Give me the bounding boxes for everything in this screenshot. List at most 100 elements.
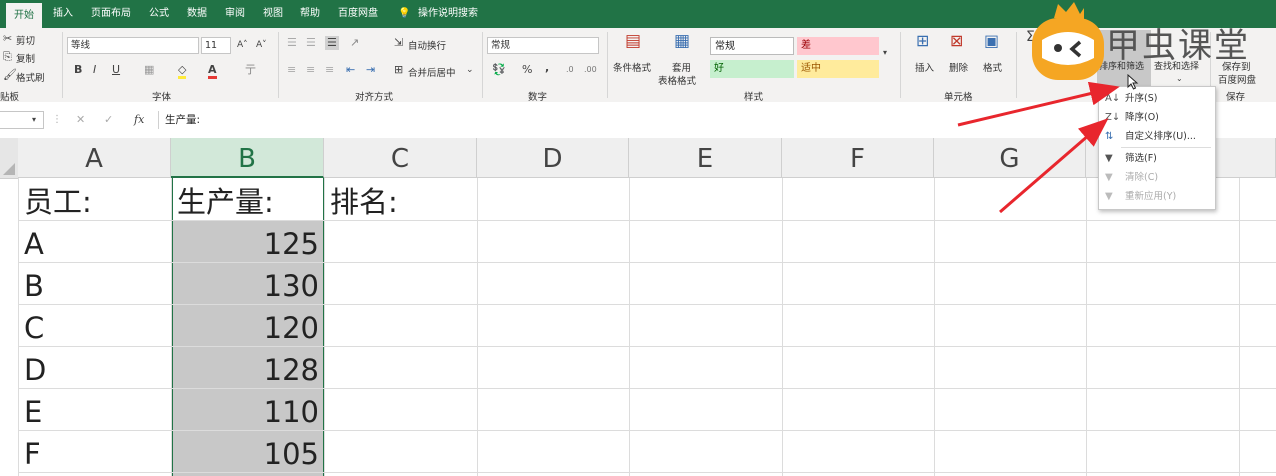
increase-decimal-icon[interactable]: .0	[566, 63, 574, 77]
styles-group-label: 样式	[744, 92, 764, 103]
tab-review[interactable]: 审阅	[225, 0, 245, 28]
style-normal[interactable]: 常规	[710, 37, 794, 55]
col-line	[1086, 178, 1087, 476]
save-to-netdisk-label-2[interactable]: 百度网盘	[1218, 72, 1256, 86]
font-name-box[interactable]: 等线	[67, 37, 199, 54]
cell-b6[interactable]: 110	[172, 392, 319, 432]
menu-item-custom-sort[interactable]: ⇅ 自定义排序(U)...	[1099, 127, 1213, 146]
menu-item-sort-ascending[interactable]: A↓ 升序(S)	[1099, 89, 1213, 108]
number-format-box[interactable]: 常规	[487, 37, 599, 54]
cell-a5[interactable]: D	[24, 350, 46, 390]
style-bad[interactable]: 差	[797, 37, 879, 55]
bold-button[interactable]: B	[74, 63, 82, 77]
cell-c1[interactable]: 排名:	[330, 182, 398, 222]
percent-button[interactable]: %	[522, 63, 532, 77]
cell-b4[interactable]: 120	[172, 308, 319, 348]
number-group-label: 数字	[528, 92, 548, 103]
column-header-e[interactable]: E	[629, 138, 782, 178]
align-top-icon[interactable]: ☰	[287, 36, 297, 50]
align-left-icon[interactable]: ≡	[287, 63, 296, 77]
underline-button[interactable]: U	[112, 63, 120, 77]
column-header-f[interactable]: F	[782, 138, 934, 178]
currency-icon[interactable]: 💱	[492, 63, 506, 77]
tab-insert[interactable]: 插入	[53, 0, 73, 28]
conditional-format-button[interactable]: 条件格式	[613, 60, 651, 74]
enter-icon[interactable]: ✓	[104, 113, 113, 127]
style-good[interactable]: 好	[710, 60, 794, 78]
font-group-label: 字体	[152, 92, 172, 103]
menu-divider	[1121, 147, 1211, 148]
formula-bar: ▾ ⋮ ✕ ✓ fx 生产量:	[0, 102, 1276, 139]
column-header-b[interactable]: B	[171, 138, 324, 178]
column-header-g[interactable]: G	[934, 138, 1086, 178]
decrease-decimal-icon[interactable]: .00	[584, 63, 597, 77]
font-size-box[interactable]: 11	[201, 37, 231, 54]
merge-center-button[interactable]: 合并后居中	[408, 65, 456, 79]
align-middle-icon[interactable]: ☰	[306, 36, 316, 50]
cell-a6[interactable]: E	[24, 392, 42, 432]
column-header-d[interactable]: D	[477, 138, 629, 178]
menu-item-filter[interactable]: ▼ 筛选(F)	[1099, 149, 1213, 168]
sort-filter-menu: A↓ 升序(S) Z↓ 降序(O) ⇅ 自定义排序(U)... ▼ 筛选(F) …	[1098, 86, 1216, 210]
increase-font-icon[interactable]: A˄	[237, 38, 248, 52]
copy-button[interactable]: 复制	[16, 51, 35, 65]
tab-formulas[interactable]: 公式	[149, 0, 169, 28]
increase-indent-icon[interactable]: ⇥	[366, 63, 375, 77]
cell-a7[interactable]: F	[24, 434, 41, 474]
style-neutral[interactable]: 适中	[797, 60, 879, 78]
name-box[interactable]	[0, 111, 44, 129]
tab-home[interactable]: 开始	[6, 3, 42, 28]
worksheet-grid[interactable]: A B C D E F G 员工: 生产量: 排名: A 125 B 130 C…	[0, 138, 1276, 476]
table-format-icon: ▦	[674, 31, 691, 51]
cut-button[interactable]: 剪切	[16, 33, 35, 47]
phonetic-icon[interactable]: 亍	[245, 63, 256, 77]
align-right-icon[interactable]: ≡	[325, 63, 334, 77]
font-color-icon[interactable]: A	[208, 63, 217, 79]
insert-cells-button[interactable]: 插入	[915, 60, 934, 74]
menu-item-sort-descending[interactable]: Z↓ 降序(O)	[1099, 108, 1213, 127]
watermark-text: 甲虫课堂	[1106, 26, 1250, 66]
italic-button[interactable]: I	[93, 63, 96, 77]
cell-b7[interactable]: 105	[172, 434, 319, 474]
column-header-a[interactable]: A	[18, 138, 171, 178]
align-bottom-icon[interactable]: ☰	[325, 36, 339, 50]
menu-item-clear[interactable]: ▼ 清除(C)	[1099, 168, 1213, 187]
decrease-font-icon[interactable]: A˅	[256, 38, 267, 52]
styles-scroll-icon[interactable]: ▾	[883, 46, 887, 60]
decrease-indent-icon[interactable]: ⇤	[346, 63, 355, 77]
cell-b2[interactable]: 125	[172, 224, 319, 264]
insert-cells-icon: ⊞	[916, 31, 930, 50]
cell-a2[interactable]: A	[24, 224, 44, 264]
orientation-icon[interactable]: ↗	[350, 36, 359, 50]
delete-cells-button[interactable]: 删除	[949, 60, 968, 74]
format-as-table-label-1[interactable]: 套用	[672, 60, 691, 74]
cell-b3[interactable]: 130	[172, 266, 319, 306]
format-cells-button[interactable]: 格式	[983, 60, 1002, 74]
column-header-c[interactable]: C	[324, 138, 477, 178]
cell-a3[interactable]: B	[24, 266, 44, 306]
menu-item-reapply[interactable]: ▼ 重新应用(Y)	[1099, 187, 1213, 206]
tell-me-search[interactable]: 操作说明搜索	[418, 0, 478, 28]
insert-function-button[interactable]: fx	[134, 113, 144, 127]
wrap-text-button[interactable]: 自动换行	[408, 38, 446, 52]
fill-color-icon[interactable]: ◇	[178, 63, 187, 79]
chevron-down-icon[interactable]: ▾	[32, 113, 36, 127]
cell-a1[interactable]: 员工:	[24, 182, 92, 222]
tab-data[interactable]: 数据	[187, 0, 207, 28]
col-line	[324, 178, 325, 476]
cell-a4[interactable]: C	[24, 308, 44, 348]
mouse-cursor-icon	[1127, 74, 1139, 90]
cell-b1[interactable]: 生产量:	[177, 182, 274, 222]
tab-help[interactable]: 帮助	[300, 0, 320, 28]
format-as-table-label-2[interactable]: 表格格式	[658, 73, 696, 87]
format-painter-button[interactable]: 格式刷	[16, 70, 45, 84]
tab-page-layout[interactable]: 页面布局	[91, 0, 131, 28]
comma-button[interactable]: ,	[545, 61, 549, 75]
cancel-icon[interactable]: ✕	[76, 113, 85, 127]
tab-baidu-netdisk[interactable]: 百度网盘	[338, 0, 378, 28]
cell-b5[interactable]: 128	[172, 350, 319, 390]
chevron-down-icon[interactable]: ⌄	[466, 63, 474, 77]
tab-view[interactable]: 视图	[263, 0, 283, 28]
align-center-icon[interactable]: ≡	[306, 63, 315, 77]
border-icon[interactable]: ▦	[144, 63, 154, 77]
